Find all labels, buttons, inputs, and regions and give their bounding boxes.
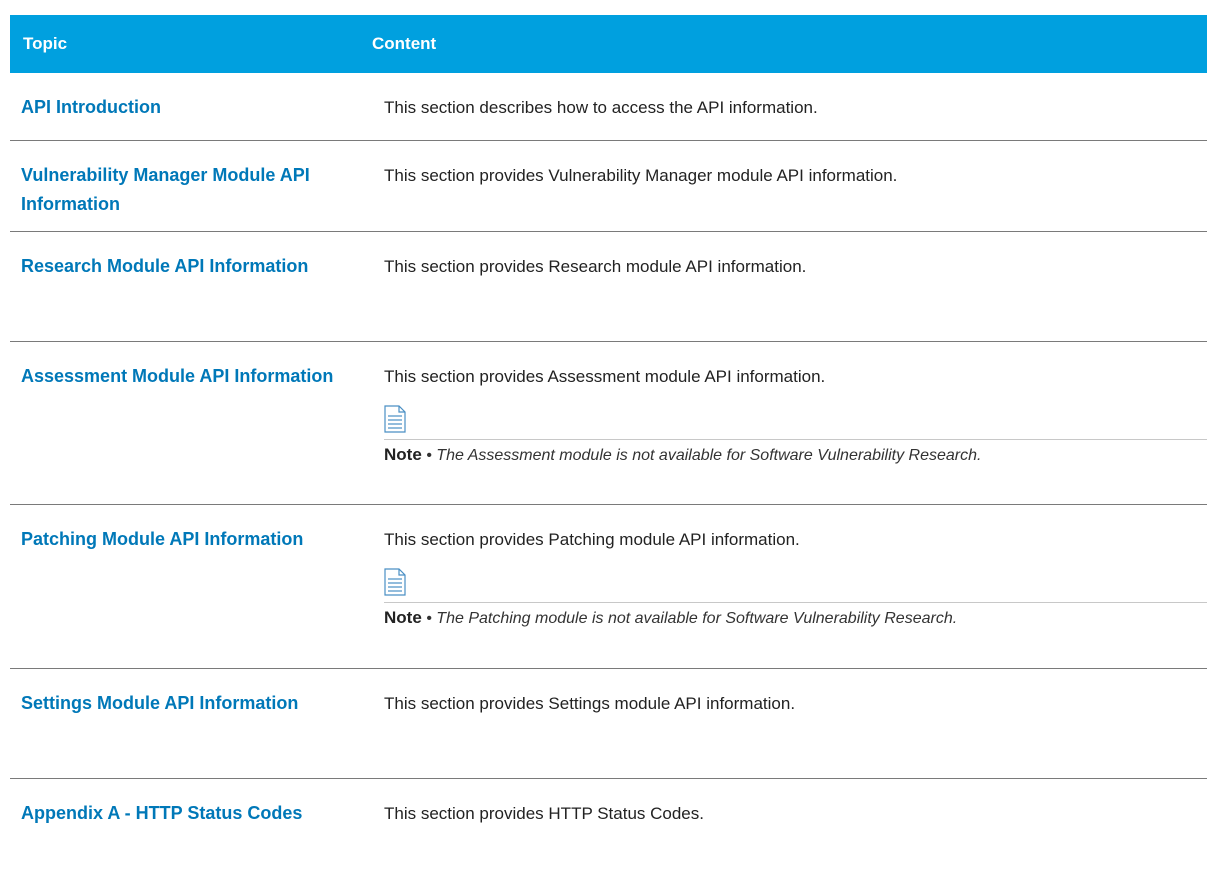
- content-description: This section provides Research module AP…: [384, 257, 807, 276]
- topic-cell: API Introduction: [10, 73, 384, 140]
- content-cell: This section provides Vulnerability Mana…: [384, 141, 1207, 231]
- topic-cell: Appendix A - HTTP Status Codes: [10, 779, 384, 849]
- table-row: Assessment Module API Information This s…: [10, 342, 1207, 505]
- topic-column-header: Topic: [23, 34, 68, 53]
- content-cell: This section provides Assessment module …: [384, 342, 1207, 504]
- topic-cell: Patching Module API Information: [10, 505, 384, 668]
- content-description: This section provides Vulnerability Mana…: [384, 166, 898, 185]
- topic-link-appendix-a[interactable]: Appendix A - HTTP Status Codes: [21, 799, 391, 828]
- note-block: Note • The Assessment module is not avai…: [384, 439, 1207, 467]
- note-label: Note: [384, 445, 422, 464]
- topic-link-patching-module[interactable]: Patching Module API Information: [21, 525, 351, 554]
- topics-table: Topic Content API Introduction This sect…: [10, 15, 1207, 849]
- topic-cell: Assessment Module API Information: [10, 342, 384, 504]
- note-text: The Patching module is not available for…: [436, 610, 958, 627]
- topic-link-api-introduction[interactable]: API Introduction: [21, 93, 351, 122]
- document-note-icon: [384, 405, 406, 433]
- content-description: This section describes how to access the…: [384, 98, 818, 117]
- topic-cell: Research Module API Information: [10, 232, 384, 341]
- content-cell: This section describes how to access the…: [384, 73, 1207, 140]
- note-separator: •: [426, 447, 432, 464]
- content-cell: This section provides Patching module AP…: [384, 505, 1207, 668]
- note-label: Note: [384, 608, 422, 627]
- table-row: API Introduction This section describes …: [10, 73, 1207, 141]
- content-description: This section provides Patching module AP…: [384, 530, 800, 549]
- content-description: This section provides Settings module AP…: [384, 694, 796, 713]
- note-block: Note • The Patching module is not availa…: [384, 602, 1207, 630]
- content-cell: This section provides Settings module AP…: [384, 669, 1207, 778]
- content-cell: This section provides Research module AP…: [384, 232, 1207, 341]
- content-cell: This section provides HTTP Status Codes.: [384, 779, 1207, 849]
- note-separator: •: [426, 610, 432, 627]
- table-row: Appendix A - HTTP Status Codes This sect…: [10, 779, 1207, 849]
- topic-cell: Vulnerability Manager Module API Informa…: [10, 141, 384, 231]
- topic-link-research-module[interactable]: Research Module API Information: [21, 252, 351, 281]
- table-row: Research Module API Information This sec…: [10, 232, 1207, 342]
- note-text: The Assessment module is not available f…: [436, 447, 982, 464]
- document-note-icon: [384, 568, 406, 596]
- topic-link-settings-module[interactable]: Settings Module API Information: [21, 689, 351, 718]
- content-column-header: Content: [372, 34, 437, 53]
- table-row: Vulnerability Manager Module API Informa…: [10, 141, 1207, 232]
- topic-cell: Settings Module API Information: [10, 669, 384, 778]
- topic-link-assessment-module[interactable]: Assessment Module API Information: [21, 362, 351, 391]
- content-description: This section provides HTTP Status Codes.: [384, 804, 704, 823]
- table-row: Settings Module API Information This sec…: [10, 669, 1207, 779]
- table-header-row: Topic Content: [10, 15, 1207, 73]
- table-row: Patching Module API Information This sec…: [10, 505, 1207, 669]
- content-description: This section provides Assessment module …: [384, 367, 826, 386]
- topic-link-vulnerability-manager[interactable]: Vulnerability Manager Module API Informa…: [21, 161, 351, 219]
